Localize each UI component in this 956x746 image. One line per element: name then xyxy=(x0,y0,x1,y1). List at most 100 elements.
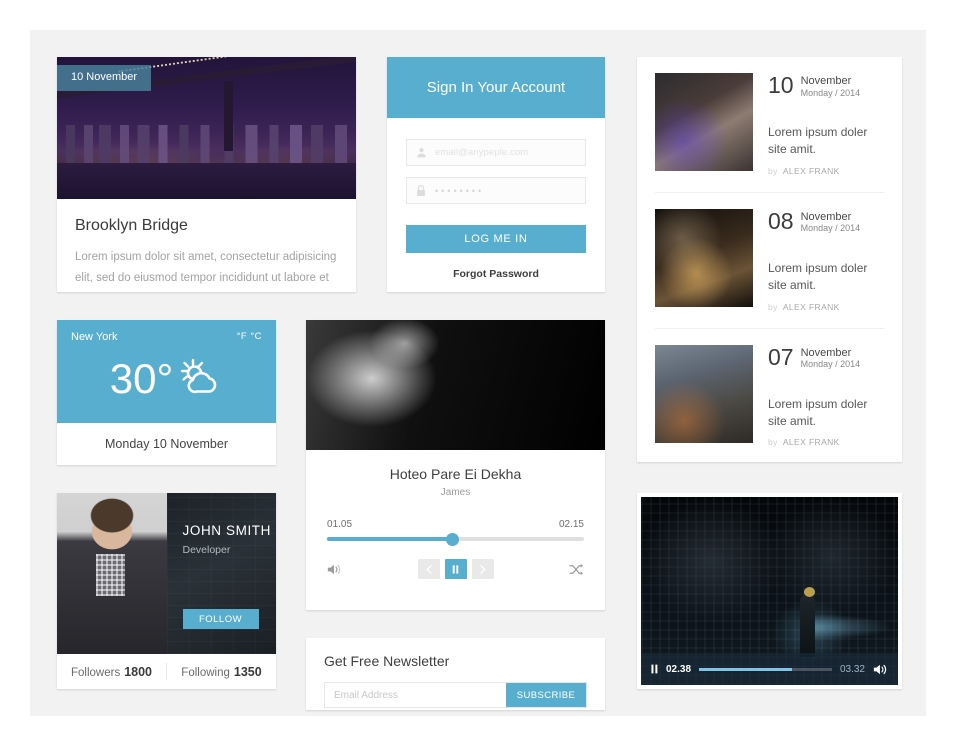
previous-icon[interactable] xyxy=(417,559,440,579)
track-times: 01.05 02.15 xyxy=(327,519,584,530)
list-item[interactable]: 10 November Monday / 2014 Lorem ipsum do… xyxy=(655,57,884,192)
pause-icon[interactable] xyxy=(651,664,658,674)
video-controls-bar: 02.38 03.32 xyxy=(641,653,898,685)
followers-label: Followers xyxy=(70,666,121,679)
video-seek-fill xyxy=(699,667,793,671)
news-month: November xyxy=(800,210,852,223)
newsletter-card: Get Free Newsletter SUBSCRIBE xyxy=(306,638,605,710)
song-artist: James xyxy=(440,487,471,498)
seek-bar[interactable] xyxy=(327,532,584,546)
plaid-shirt-graphic xyxy=(96,554,125,597)
news-month: November xyxy=(800,346,852,359)
news-month: November xyxy=(800,75,852,87)
followers-stat: Followers 1800 xyxy=(57,665,166,679)
news-thumbnail xyxy=(655,208,753,307)
article-card-brooklyn-bridge[interactable]: 10 November Brooklyn Bridge Lorem ipsum … xyxy=(57,57,356,292)
profile-info: JOHN SMITH Developer FOLLOW xyxy=(167,493,276,654)
weather-main: 30° xyxy=(57,356,276,401)
video-screen[interactable]: 02.38 03.32 xyxy=(641,497,898,685)
news-date: 07 November Monday / 2014 xyxy=(768,343,884,370)
news-content: 07 November Monday / 2014 Lorem ipsum do… xyxy=(768,343,884,447)
article-excerpt: Lorem ipsum dolor sit amet, consectetur … xyxy=(75,251,337,285)
shuffle-icon[interactable] xyxy=(569,563,584,576)
news-month-year: November Monday / 2014 xyxy=(801,75,861,98)
news-weekday-year: Monday / 2014 xyxy=(800,87,861,98)
weather-display: New York °F °C 30° xyxy=(57,320,276,423)
by-word: by xyxy=(768,301,778,312)
album-cover-photo xyxy=(306,320,605,450)
news-title[interactable]: Lorem ipsum doler site amit. xyxy=(768,260,884,295)
profile-name: JOHN SMITH xyxy=(182,523,271,538)
news-month-year: November Monday / 2014 xyxy=(801,211,861,234)
news-author: by ALEX FRANK xyxy=(768,437,884,447)
weather-unit-toggle[interactable]: °F °C xyxy=(237,331,262,342)
next-icon[interactable] xyxy=(471,559,494,579)
newsletter-email-input[interactable] xyxy=(325,683,506,707)
newsletter-form: SUBSCRIBE xyxy=(324,682,587,708)
author-name: ALEX FRANK xyxy=(782,301,840,312)
weather-temperature: 30° xyxy=(109,354,174,402)
forgot-password-link[interactable]: Forgot Password xyxy=(406,268,586,280)
news-thumbnail xyxy=(655,73,753,171)
news-day: 07 xyxy=(768,343,794,370)
news-month-year: November Monday / 2014 xyxy=(801,347,861,370)
brooklyn-bridge-photo: 10 November xyxy=(57,57,356,199)
follow-button[interactable]: FOLLOW xyxy=(182,609,259,629)
date-badge: 10 November xyxy=(57,65,152,91)
figure-graphic xyxy=(800,594,816,657)
weather-date: Monday 10 November xyxy=(105,437,228,451)
news-day: 08 xyxy=(768,207,794,234)
dashboard-canvas: 10 November Brooklyn Bridge Lorem ipsum … xyxy=(30,30,926,716)
total-duration: 02.15 xyxy=(558,519,584,530)
article-title: Brooklyn Bridge xyxy=(75,217,188,234)
log-me-in-button[interactable]: LOG ME IN xyxy=(406,225,586,253)
video-total-duration: 03.32 xyxy=(839,663,865,675)
elapsed-time: 01.05 xyxy=(327,519,353,530)
sun-behind-cloud-icon xyxy=(177,356,223,401)
profile-role: Developer xyxy=(182,544,231,556)
news-content: 10 November Monday / 2014 Lorem ipsum do… xyxy=(768,73,884,176)
article-body: Brooklyn Bridge Lorem ipsum dolor sit am… xyxy=(57,199,356,292)
following-value: 1350 xyxy=(233,664,262,679)
newsletter-title: Get Free Newsletter xyxy=(324,653,450,669)
weather-city: New York xyxy=(71,331,118,343)
song-title: Hoteo Pare Ei Dekha xyxy=(389,466,522,482)
volume-icon[interactable] xyxy=(873,663,888,676)
sign-in-card: Sign In Your Account email@anypeple.com … xyxy=(387,57,605,292)
seek-bar-fill xyxy=(327,537,453,541)
pause-icon[interactable] xyxy=(444,559,467,579)
music-player-body: Hoteo Pare Ei Dekha James 01.05 02.15 xyxy=(306,450,605,579)
light-glow-graphic xyxy=(805,613,891,640)
news-thumbnail xyxy=(655,344,753,443)
profile-stats: Followers 1800 Following 1350 xyxy=(57,654,276,689)
user-icon xyxy=(407,147,435,158)
news-list-card: 10 November Monday / 2014 Lorem ipsum do… xyxy=(637,57,902,462)
news-weekday-year: Monday / 2014 xyxy=(800,359,861,370)
profile-card: JOHN SMITH Developer FOLLOW Followers 180… xyxy=(57,493,276,689)
bridge-tower-graphic xyxy=(224,81,234,151)
password-masked-value: •••••••• xyxy=(435,185,485,196)
email-field[interactable]: email@anypeple.com xyxy=(406,139,586,166)
news-author: by ALEX FRANK xyxy=(768,302,884,312)
sign-in-heading: Sign In Your Account xyxy=(387,57,605,118)
list-item[interactable]: 08 November Monday / 2014 Lorem ipsum do… xyxy=(655,191,884,328)
list-item[interactable]: 07 November Monday / 2014 Lorem ipsum do… xyxy=(655,327,884,462)
seek-bar-handle[interactable] xyxy=(446,532,460,546)
news-title[interactable]: Lorem ipsum doler site amit. xyxy=(768,124,884,159)
news-title[interactable]: Lorem ipsum doler site amit. xyxy=(768,396,884,431)
figure-head-graphic xyxy=(804,587,816,598)
news-weekday-year: Monday / 2014 xyxy=(800,223,861,234)
news-content: 08 November Monday / 2014 Lorem ipsum do… xyxy=(768,207,884,312)
followers-value: 1800 xyxy=(124,664,153,679)
news-author: by ALEX FRANK xyxy=(768,166,884,176)
following-stat: Following 1350 xyxy=(167,665,276,679)
weather-widget: New York °F °C 30° Monday 10 November xyxy=(57,320,276,465)
video-seek-bar[interactable] xyxy=(699,667,832,671)
volume-icon[interactable] xyxy=(327,563,342,576)
playback-controls xyxy=(327,559,584,579)
subscribe-button[interactable]: SUBSCRIBE xyxy=(506,683,586,707)
following-label: Following xyxy=(181,666,230,679)
sign-in-form: email@anypeple.com •••••••• LOG ME IN Fo… xyxy=(387,118,605,280)
lock-icon xyxy=(407,184,435,197)
password-field[interactable]: •••••••• xyxy=(406,177,586,204)
